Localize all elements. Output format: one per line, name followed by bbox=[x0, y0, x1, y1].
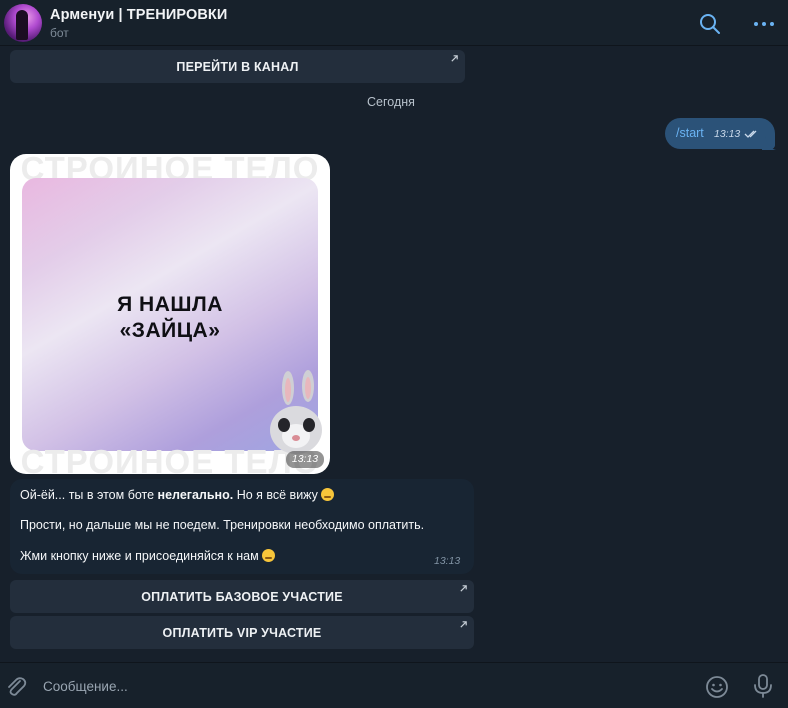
microphone-icon[interactable] bbox=[752, 673, 774, 699]
image-message[interactable]: СТРОИНОЕ ТЕЛО Я НАШЛА «ЗАЙЦА» СТРОИНОЕ Т… bbox=[10, 154, 330, 474]
promo-line-2: «ЗАЙЦА» bbox=[119, 319, 221, 342]
promo-line-1: Я НАШЛА bbox=[117, 293, 223, 316]
read-ticks-icon bbox=[744, 130, 757, 138]
go-to-channel-label: ПЕРЕЙТИ В КАНАЛ bbox=[176, 59, 299, 74]
incoming-message[interactable]: Ой-ёй... ты в этом боте нелегально. Но я… bbox=[10, 479, 474, 574]
emoji-icon[interactable] bbox=[705, 675, 729, 699]
outgoing-message-text[interactable]: /start bbox=[676, 126, 704, 140]
pay-vip-button[interactable]: ОПЛАТИТЬ VIP УЧАСТИЕ bbox=[10, 616, 474, 649]
chat-header: Арменуи | ТРЕНИРОВКИ бот bbox=[0, 0, 788, 46]
date-separator: Сегодня bbox=[367, 95, 415, 109]
message-time: 13:13 bbox=[714, 128, 741, 140]
search-icon[interactable] bbox=[698, 12, 722, 36]
bunny-icon bbox=[270, 370, 322, 454]
pay-vip-label: ОПЛАТИТЬ VIP УЧАСТИЕ bbox=[162, 625, 322, 640]
emoji-icon bbox=[320, 488, 334, 501]
pay-basic-label: ОПЛАТИТЬ БАЗОВОЕ УЧАСТИЕ bbox=[141, 589, 343, 604]
message-line-3: Жми кнопку ниже и присоединяйся к нам bbox=[20, 549, 275, 563]
outgoing-message[interactable]: /start 13:13 bbox=[665, 118, 775, 149]
paperclip-icon[interactable] bbox=[4, 675, 28, 699]
avatar[interactable] bbox=[4, 4, 42, 42]
bold-text: нелегально. bbox=[157, 488, 234, 502]
text-segment: Но я всё вижу bbox=[233, 488, 318, 502]
promo-image-caption: Я НАШЛА «ЗАЙЦА» bbox=[22, 292, 318, 344]
text-segment: Ой-ёй... ты в этом боте bbox=[20, 488, 158, 502]
message-time: 13:13 bbox=[434, 555, 461, 567]
message-line-1: Ой-ёй... ты в этом боте нелегально. Но я… bbox=[20, 488, 334, 502]
go-to-channel-button[interactable]: ПЕРЕЙТИ В КАНАЛ bbox=[10, 50, 465, 83]
external-link-icon bbox=[460, 621, 467, 628]
pay-basic-button[interactable]: ОПЛАТИТЬ БАЗОВОЕ УЧАСТИЕ bbox=[10, 580, 474, 613]
external-link-icon bbox=[460, 585, 467, 592]
message-composer: Сообщение... bbox=[0, 662, 788, 708]
bubble-tail bbox=[762, 136, 776, 150]
text-segment: Жми кнопку ниже и присоединяйся к нам bbox=[20, 549, 259, 563]
message-time: 13:13 bbox=[286, 451, 324, 468]
message-input[interactable]: Сообщение... bbox=[43, 679, 128, 694]
more-icon[interactable] bbox=[752, 12, 776, 36]
emoji-icon bbox=[261, 549, 275, 562]
external-link-icon bbox=[451, 55, 458, 62]
chat-title[interactable]: Арменуи | ТРЕНИРОВКИ bbox=[50, 7, 227, 23]
chat-subtitle: бот bbox=[50, 26, 69, 40]
message-line-2: Прости, но дальше мы не поедем. Трениров… bbox=[20, 518, 425, 532]
